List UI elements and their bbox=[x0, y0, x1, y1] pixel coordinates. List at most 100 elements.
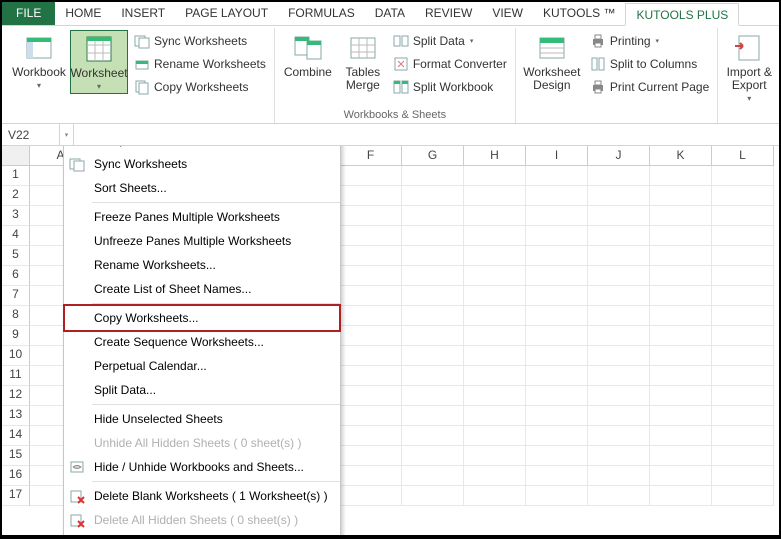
cell[interactable] bbox=[650, 386, 712, 406]
cell[interactable] bbox=[650, 246, 712, 266]
cell[interactable] bbox=[464, 266, 526, 286]
row-header[interactable]: 4 bbox=[2, 226, 30, 246]
cell[interactable] bbox=[650, 226, 712, 246]
cell[interactable] bbox=[464, 286, 526, 306]
row-header[interactable]: 2 bbox=[2, 186, 30, 206]
cell[interactable] bbox=[712, 186, 774, 206]
tab-file[interactable]: FILE bbox=[2, 2, 55, 25]
cell[interactable] bbox=[712, 446, 774, 466]
copy-worksheets-button[interactable]: Copy Worksheets bbox=[130, 76, 270, 98]
cell[interactable] bbox=[340, 246, 402, 266]
column-header[interactable]: G bbox=[402, 146, 464, 166]
cell[interactable] bbox=[650, 466, 712, 486]
column-header[interactable]: F bbox=[340, 146, 402, 166]
menu-item-perpetual-calendar[interactable]: Perpetual Calendar... bbox=[64, 354, 340, 378]
cell[interactable] bbox=[526, 466, 588, 486]
tab-kutools-[interactable]: KUTOOLS ™ bbox=[533, 2, 625, 25]
split-data-button[interactable]: Split Data▾ bbox=[389, 30, 511, 52]
cell[interactable] bbox=[402, 166, 464, 186]
cell[interactable] bbox=[712, 246, 774, 266]
menu-item-rename-worksheets[interactable]: Rename Worksheets... bbox=[64, 253, 340, 277]
cell[interactable] bbox=[402, 226, 464, 246]
cell[interactable] bbox=[588, 206, 650, 226]
cell[interactable] bbox=[588, 326, 650, 346]
cell[interactable] bbox=[464, 366, 526, 386]
row-header[interactable]: 9 bbox=[2, 326, 30, 346]
rename-worksheets-button[interactable]: Rename Worksheets bbox=[130, 53, 270, 75]
row-header[interactable]: 8 bbox=[2, 306, 30, 326]
menu-item-create-list-of-sheet-names[interactable]: Create List of Sheet Names... bbox=[64, 277, 340, 301]
cell[interactable] bbox=[340, 166, 402, 186]
cell[interactable] bbox=[526, 166, 588, 186]
row-header[interactable]: 12 bbox=[2, 386, 30, 406]
cell[interactable] bbox=[650, 366, 712, 386]
cell[interactable] bbox=[464, 446, 526, 466]
column-header[interactable]: L bbox=[712, 146, 774, 166]
cell[interactable] bbox=[402, 426, 464, 446]
cell[interactable] bbox=[712, 266, 774, 286]
combine-button[interactable]: Combine bbox=[279, 30, 337, 81]
cell[interactable] bbox=[402, 286, 464, 306]
menu-item-hide-unhide-workbooks-and-sheets[interactable]: Hide / Unhide Workbooks and Sheets... bbox=[64, 455, 340, 479]
row-header[interactable]: 11 bbox=[2, 366, 30, 386]
cell[interactable] bbox=[588, 286, 650, 306]
cell[interactable] bbox=[526, 326, 588, 346]
cell[interactable] bbox=[340, 286, 402, 306]
cell[interactable] bbox=[588, 386, 650, 406]
cell[interactable] bbox=[650, 406, 712, 426]
split-columns-button[interactable]: Split to Columns bbox=[586, 53, 713, 75]
cell[interactable] bbox=[340, 226, 402, 246]
cell[interactable] bbox=[464, 386, 526, 406]
cell[interactable] bbox=[588, 186, 650, 206]
cell[interactable] bbox=[712, 286, 774, 306]
cell[interactable] bbox=[340, 266, 402, 286]
cell[interactable] bbox=[464, 346, 526, 366]
tab-page-layout[interactable]: PAGE LAYOUT bbox=[175, 2, 278, 25]
cell[interactable] bbox=[340, 366, 402, 386]
cell[interactable] bbox=[526, 366, 588, 386]
cell[interactable] bbox=[402, 486, 464, 506]
cell[interactable] bbox=[526, 346, 588, 366]
cell[interactable] bbox=[402, 326, 464, 346]
cell[interactable] bbox=[464, 166, 526, 186]
menu-item-unfreeze-panes-multiple-worksheets[interactable]: Unfreeze Panes Multiple Worksheets bbox=[64, 229, 340, 253]
cell[interactable] bbox=[340, 386, 402, 406]
cell[interactable] bbox=[402, 266, 464, 286]
cell[interactable] bbox=[712, 166, 774, 186]
cell[interactable] bbox=[650, 186, 712, 206]
cell[interactable] bbox=[712, 206, 774, 226]
cell[interactable] bbox=[526, 286, 588, 306]
worksheet-design-button[interactable]: Worksheet Design bbox=[520, 30, 584, 94]
column-header[interactable]: H bbox=[464, 146, 526, 166]
cell[interactable] bbox=[402, 366, 464, 386]
cell[interactable] bbox=[588, 426, 650, 446]
row-header[interactable]: 1 bbox=[2, 166, 30, 186]
row-header[interactable]: 7 bbox=[2, 286, 30, 306]
cell[interactable] bbox=[650, 486, 712, 506]
cell[interactable] bbox=[712, 406, 774, 426]
cell[interactable] bbox=[464, 306, 526, 326]
menu-item-sync-worksheets[interactable]: Sync Worksheets bbox=[64, 152, 340, 176]
cell[interactable] bbox=[402, 346, 464, 366]
cell[interactable] bbox=[526, 206, 588, 226]
cell[interactable] bbox=[650, 306, 712, 326]
cell[interactable] bbox=[526, 186, 588, 206]
cell[interactable] bbox=[340, 186, 402, 206]
import-export-button[interactable]: Import & Export ▾ bbox=[722, 30, 776, 105]
cell[interactable] bbox=[464, 186, 526, 206]
cell[interactable] bbox=[340, 206, 402, 226]
cell[interactable] bbox=[402, 386, 464, 406]
row-header[interactable]: 10 bbox=[2, 346, 30, 366]
row-header[interactable]: 16 bbox=[2, 466, 30, 486]
tab-review[interactable]: REVIEW bbox=[415, 2, 482, 25]
cell[interactable] bbox=[464, 406, 526, 426]
cell[interactable] bbox=[712, 386, 774, 406]
cell[interactable] bbox=[402, 406, 464, 426]
cell[interactable] bbox=[340, 306, 402, 326]
cell[interactable] bbox=[464, 486, 526, 506]
cell[interactable] bbox=[650, 326, 712, 346]
row-header[interactable]: 15 bbox=[2, 446, 30, 466]
cell[interactable] bbox=[712, 366, 774, 386]
cell[interactable] bbox=[464, 326, 526, 346]
cell[interactable] bbox=[650, 206, 712, 226]
